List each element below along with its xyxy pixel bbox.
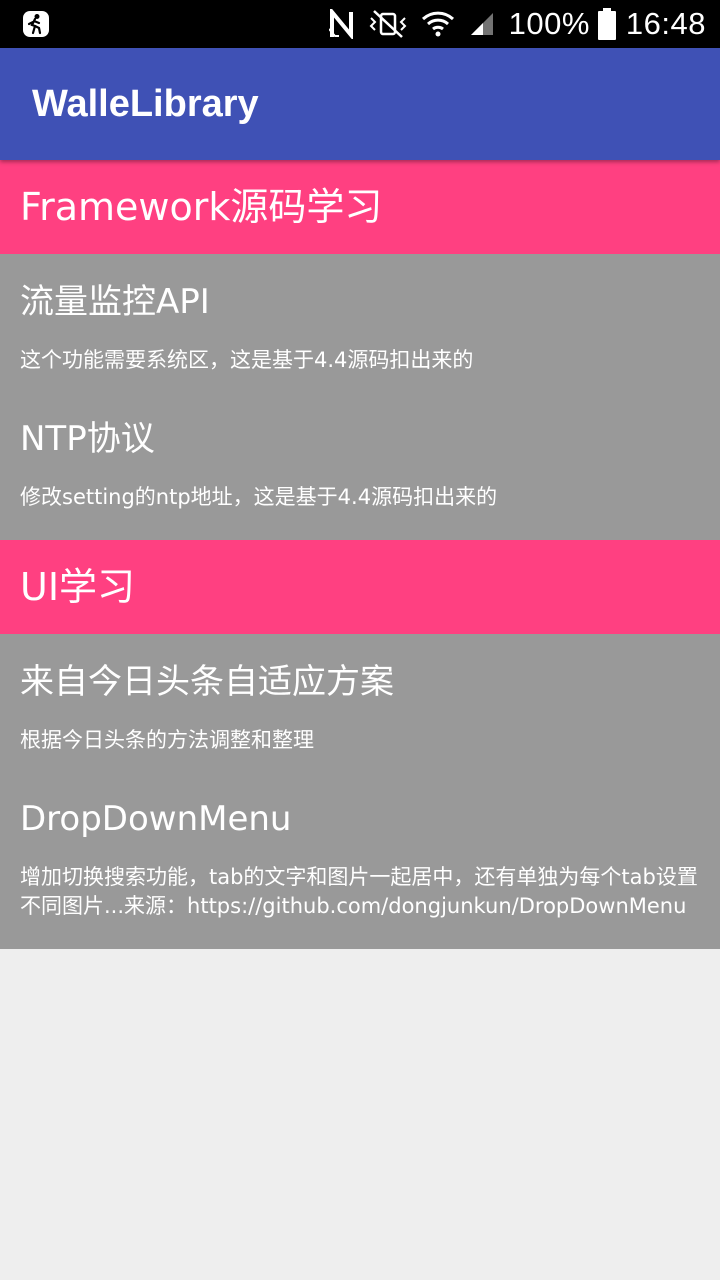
section-ui: UI学习 来自今日头条自适应方案 根据今日头条的方法调整和整理 DropDown… (0, 540, 720, 949)
battery-percent: 100% (508, 6, 590, 41)
item-title: DropDownMenu (20, 799, 292, 839)
battery-icon (597, 8, 616, 40)
section-header: Framework源码学习 (0, 160, 720, 254)
section-body: 流量监控API 这个功能需要系统区，这是基于4.4源码扣出来的 NTP协议 修改… (0, 254, 720, 540)
item-title: NTP协议 (20, 419, 155, 459)
item-description: 根据今日头条的方法调整和整理 (20, 728, 314, 752)
item-title: 流量监控API (20, 282, 210, 322)
section-framework: Framework源码学习 流量监控API 这个功能需要系统区，这是基于4.4源… (0, 160, 720, 540)
clock: 16:48 (625, 6, 706, 41)
item-title: 来自今日头条自适应方案 (20, 662, 394, 702)
section-header: UI学习 (0, 540, 720, 634)
list-item-dropdownmenu[interactable]: DropDownMenu 增加切换搜索功能，tab的文字和图片一起居中，还有单独… (20, 761, 700, 927)
content-list: Framework源码学习 流量监控API 这个功能需要系统区，这是基于4.4源… (0, 160, 720, 949)
runner-icon (23, 11, 49, 37)
status-bar: 100% 16:48 (0, 0, 720, 48)
section-body: 来自今日头条自适应方案 根据今日头条的方法调整和整理 DropDownMenu … (0, 634, 720, 949)
list-item-traffic-monitor[interactable]: 流量监控API 这个功能需要系统区，这是基于4.4源码扣出来的 (20, 254, 700, 381)
list-item-toutiao-adaptation[interactable]: 来自今日头条自适应方案 根据今日头条的方法调整和整理 (20, 634, 700, 761)
app-bar: WalleLibrary (0, 48, 720, 160)
signal-icon (470, 13, 493, 35)
wifi-icon (421, 11, 454, 37)
vibrate-icon (369, 10, 407, 38)
item-description: 修改setting的ntp地址，这是基于4.4源码扣出来的 (20, 485, 498, 509)
item-description: 这个功能需要系统区，这是基于4.4源码扣出来的 (20, 348, 474, 372)
nfc-icon (328, 9, 353, 39)
list-item-ntp[interactable]: NTP协议 修改setting的ntp地址，这是基于4.4源码扣出来的 (20, 381, 700, 518)
app-title: WalleLibrary (32, 83, 259, 125)
item-description: 增加切换搜索功能，tab的文字和图片一起居中，还有单独为每个tab设置不同图片.… (20, 865, 698, 918)
